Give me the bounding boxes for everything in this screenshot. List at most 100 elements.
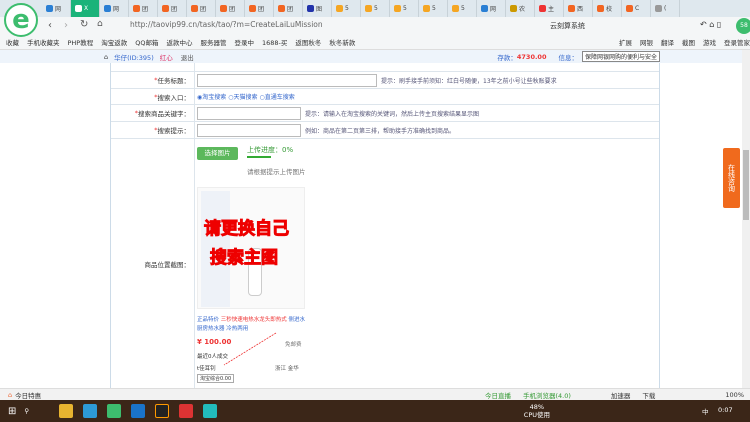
radio-tmall[interactable]: ○天猫搜索 xyxy=(228,92,257,101)
app2-icon[interactable] xyxy=(155,404,170,418)
status-download[interactable]: 下载 xyxy=(642,390,655,400)
zoom-level[interactable]: 100% xyxy=(725,391,744,399)
bookmark-item[interactable]: PHP教程 xyxy=(68,37,94,47)
bookmarks-bar: 收藏 手机收藏夹 PHP教程 淘宝返款 QQ邮箱 返款中心 服务器管 登录中 1688-买 返图秋… xyxy=(0,35,750,50)
browser-tab[interactable]: 团 xyxy=(216,0,245,17)
tab-favicon-icon xyxy=(655,5,662,12)
toolbar-item[interactable]: 游戏 xyxy=(703,37,716,47)
browser-tab[interactable]: 5 xyxy=(390,0,419,17)
forward-icon[interactable]: › xyxy=(64,20,68,31)
browser-tab[interactable]: 图 xyxy=(303,0,332,17)
browser-tab[interactable]: 西 xyxy=(564,0,593,17)
browser-tab[interactable]: 5 xyxy=(332,0,361,17)
browser-tab[interactable]: 团 xyxy=(129,0,158,17)
tab-favicon-icon xyxy=(278,5,285,12)
bookmark-item[interactable]: 1688-买 xyxy=(262,37,287,47)
toolbar-item[interactable]: 网银 xyxy=(640,37,653,47)
tab-favicon-icon xyxy=(133,5,140,12)
search-icon[interactable]: ⚲ xyxy=(24,407,29,415)
bookmark-item[interactable]: 收藏 xyxy=(6,37,19,47)
badge[interactable]: 58 xyxy=(736,18,750,34)
task-form: * 任务标题： 提示：刷手接手前须知：红白号随便，13年之前小号让些秋账要求 * 搜… xyxy=(110,63,660,388)
app3-icon[interactable] xyxy=(179,404,194,418)
tab-label: 5 xyxy=(374,5,378,12)
bookmark-item[interactable]: 手机收藏夹 xyxy=(27,37,60,47)
browser-tab[interactable]: 网 xyxy=(42,0,71,17)
entry-label: 搜索入口： xyxy=(157,93,191,102)
browser-tab[interactable]: 团 xyxy=(187,0,216,17)
ime-indicator[interactable]: 中 xyxy=(702,406,709,416)
browser-tab[interactable]: 5 xyxy=(419,0,448,17)
back-icon[interactable]: ‹ xyxy=(48,20,52,31)
toolbar-item[interactable]: 扩展 xyxy=(619,37,632,47)
choose-image-button[interactable]: 选择图片 xyxy=(197,147,238,160)
status-live[interactable]: 今日直播 xyxy=(485,390,511,400)
tab-favicon-icon xyxy=(336,5,343,12)
window-controls-icon[interactable]: ↶ ⌂ ▯ xyxy=(700,20,721,29)
home-icon[interactable]: ⌂ xyxy=(97,19,103,29)
toolbar-item[interactable]: 翻译 xyxy=(661,37,674,47)
browser-tab[interactable]: 主 xyxy=(535,0,564,17)
tab-favicon-icon xyxy=(220,5,227,12)
tab-label: 5 xyxy=(432,5,436,12)
overlay-line-1: 请更换自己 xyxy=(204,219,290,240)
browser-tab[interactable]: 农 xyxy=(506,0,535,17)
upload-progress-bar xyxy=(247,156,271,158)
bookmark-item[interactable]: 秋冬新款 xyxy=(329,37,355,47)
refresh-icon[interactable]: ↻ xyxy=(80,19,88,30)
status-today-deals[interactable]: 今日特惠 xyxy=(15,390,41,400)
clock[interactable]: 0:07 xyxy=(718,406,733,414)
browser-tab[interactable]: 网 xyxy=(100,0,129,17)
url-input[interactable]: http://taovip99.cn/task/tao/?m=CreateLai… xyxy=(118,20,526,32)
bookmark-item[interactable]: 服务器管 xyxy=(200,37,226,47)
browser-logo-icon: e xyxy=(4,3,38,37)
balance-value: 4730.00 xyxy=(516,52,547,61)
scrollbar[interactable] xyxy=(742,50,750,388)
bookmark-item[interactable]: 登录中 xyxy=(234,37,254,47)
status-accelerator[interactable]: 加速器 xyxy=(611,390,631,400)
browser-tab[interactable]: 5 xyxy=(448,0,477,17)
tab-label: 网 xyxy=(113,6,120,13)
username[interactable]: 华仔(ID:395) xyxy=(114,52,154,62)
browser-tab[interactable]: C xyxy=(622,0,651,17)
upload-progress-label: 上传进度：0% xyxy=(247,146,294,154)
online-consult-button[interactable]: 在线咨询 xyxy=(723,148,740,208)
browser-tab[interactable]: 校 xyxy=(593,0,622,17)
browser-tab[interactable]: 5 xyxy=(361,0,390,17)
search-engine-label[interactable]: 云刻算系统 xyxy=(550,21,585,31)
app4-icon[interactable] xyxy=(203,404,218,418)
seller[interactable]: t佳耳钊 xyxy=(197,364,216,372)
browser-tab[interactable]: 团 xyxy=(245,0,274,17)
bookmark-item[interactable]: 返款中心 xyxy=(166,37,192,47)
status-mobile[interactable]: 手机浏览器(4.0) xyxy=(523,390,571,400)
browser-tab[interactable]: 网 xyxy=(477,0,506,17)
title-label: 任务标题： xyxy=(157,77,191,85)
shipping: 免邮费 xyxy=(285,342,302,348)
home-icon[interactable]: ⌂ xyxy=(104,53,108,61)
explorer-icon[interactable] xyxy=(59,404,74,418)
bookmark-item[interactable]: 返图秋冬 xyxy=(295,37,321,47)
browser-tab[interactable]: X xyxy=(71,0,100,17)
tab-favicon-icon xyxy=(307,5,314,12)
edge-icon[interactable] xyxy=(131,404,146,418)
search-tip-input[interactable] xyxy=(197,123,301,137)
keyword-input[interactable] xyxy=(197,106,301,120)
browser-tab[interactable]: 团 xyxy=(274,0,303,17)
radio-taobao[interactable]: ◉淘宝搜索 xyxy=(197,92,226,101)
toolbar-item[interactable]: 截图 xyxy=(682,37,695,47)
task-title-input[interactable] xyxy=(197,73,377,87)
start-icon[interactable]: ⊞ xyxy=(8,406,16,417)
bookmark-item[interactable]: QQ邮箱 xyxy=(135,37,158,47)
gift-icon: ⌂ xyxy=(8,390,13,399)
browser-icon[interactable] xyxy=(107,404,122,418)
logout-link[interactable]: 退出 xyxy=(181,52,194,62)
sort-select[interactable]: 淘宝综合0.00 xyxy=(197,374,235,383)
bookmark-item[interactable]: 淘宝返款 xyxy=(101,37,127,47)
browser-tab[interactable]: 团 xyxy=(158,0,187,17)
app-icon[interactable] xyxy=(83,404,98,418)
toolbar-item[interactable]: 登录管家 xyxy=(724,37,750,47)
radio-ztc[interactable]: ○直通车搜索 xyxy=(260,92,295,101)
tooltip: 保障网银网购的便利与安全 xyxy=(581,51,660,62)
tab-favicon-icon xyxy=(481,5,488,12)
browser-tab[interactable]: ( xyxy=(651,0,680,17)
